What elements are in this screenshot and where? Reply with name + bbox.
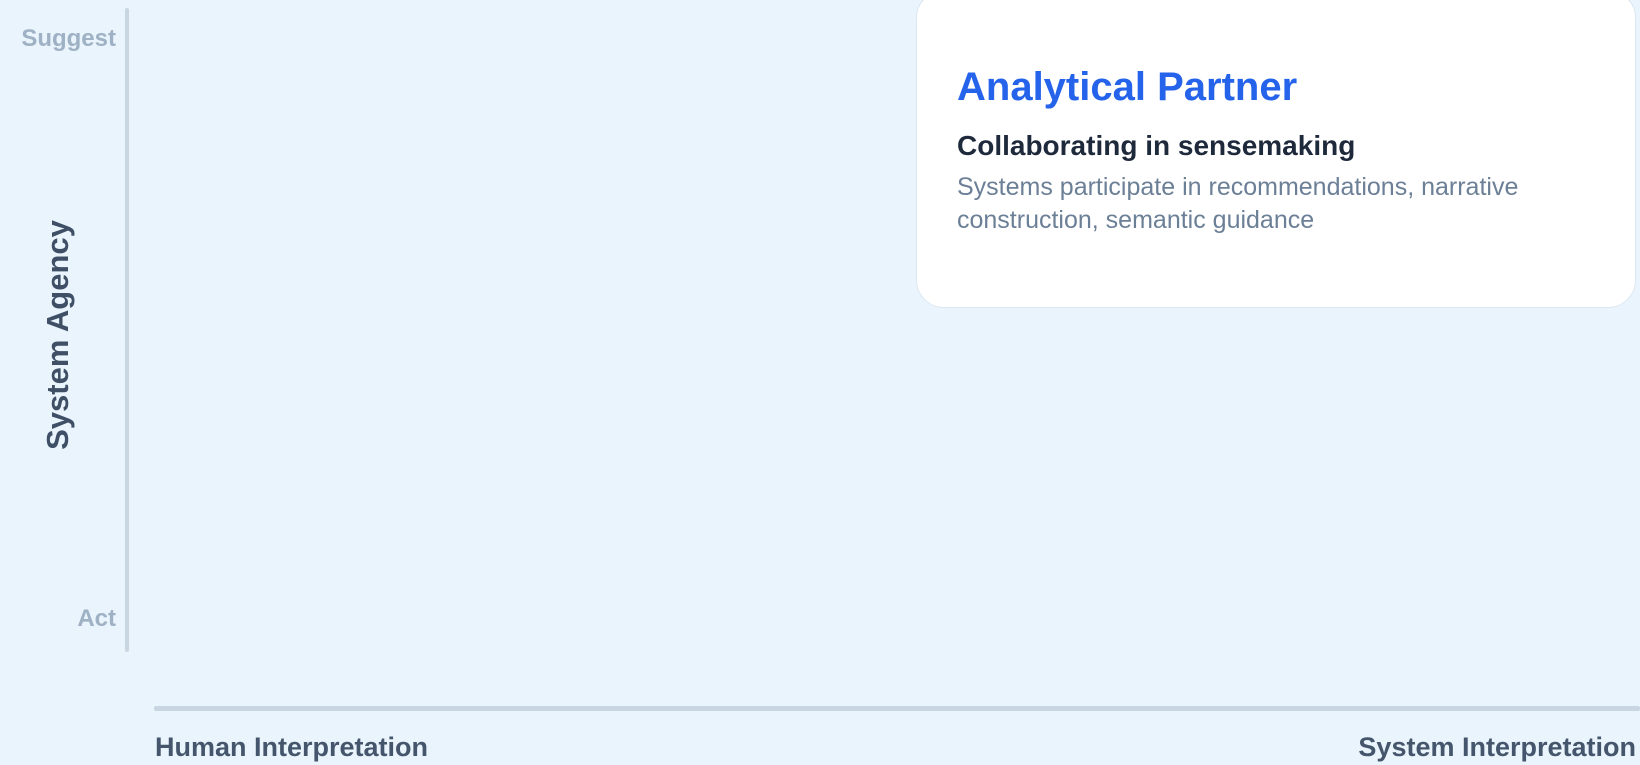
- card-subtitle: Collaborating in sensemaking: [957, 130, 1356, 161]
- y-axis-line: [125, 8, 129, 652]
- card-title: Analytical Partner: [957, 65, 1298, 109]
- x-axis-line: [154, 706, 1640, 711]
- y-axis-top-label: Suggest: [21, 25, 116, 52]
- y-axis-title: System Agency: [40, 220, 75, 450]
- quadrant-card-analytical-partner: Analytical Partner Collaborating in sens…: [916, 0, 1636, 308]
- x-axis-left-label: Human Interpretation: [155, 732, 429, 762]
- x-axis-right-label: System Interpretation: [1358, 732, 1636, 762]
- card-description: Systems participate in recommendations, …: [957, 173, 1519, 234]
- y-axis-bottom-label: Act: [77, 605, 116, 632]
